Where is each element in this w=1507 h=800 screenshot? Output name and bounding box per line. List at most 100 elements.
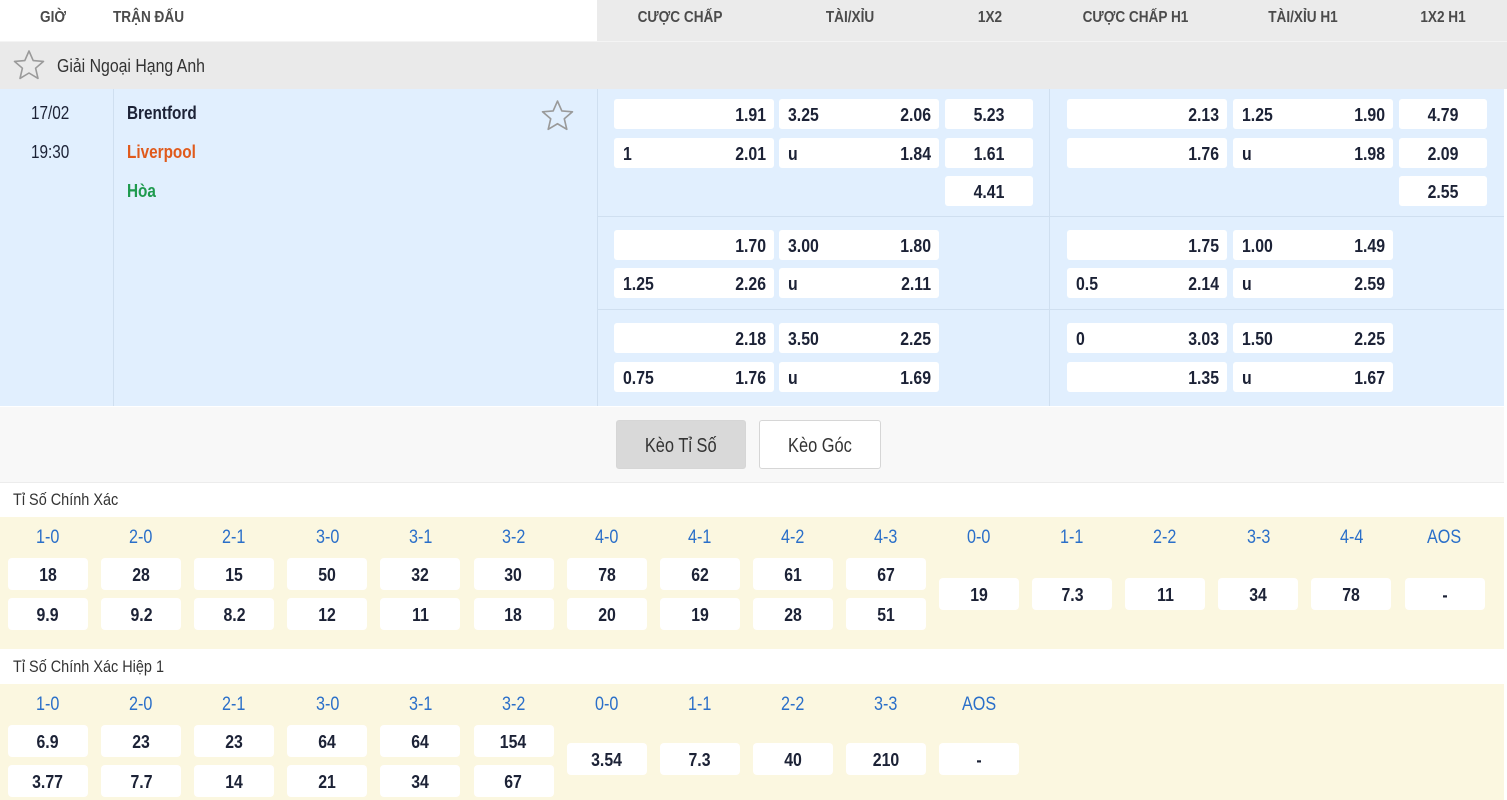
score-odds-away[interactable]: 51	[845, 598, 926, 630]
handicap-away-odds[interactable]: 1.25 2.26	[614, 268, 774, 298]
score-odds-away-text: 12	[318, 605, 337, 625]
score-odds-home[interactable]: 28	[101, 558, 182, 590]
score-odds[interactable]: 11	[1125, 578, 1206, 610]
score-odds-home[interactable]: 6.9	[8, 725, 88, 757]
score-odds[interactable]: -	[1404, 578, 1485, 610]
handicap-h1-away-odds[interactable]: 0.5 2.14	[1067, 268, 1227, 298]
over-odds[interactable]: 3.50 2.25	[779, 323, 939, 353]
over-h1-odds[interactable]: 1.25 1.90	[1233, 99, 1393, 129]
score-odds-away[interactable]: 9.2	[101, 598, 182, 630]
score-odds-away[interactable]: 67	[473, 765, 554, 797]
score-label: 3-3	[846, 694, 926, 716]
score-odds-home[interactable]: 64	[380, 725, 461, 757]
odds-value: 3.03	[1188, 329, 1219, 349]
score-odds[interactable]: 78	[1311, 578, 1392, 610]
score-odds-home[interactable]: 154	[473, 725, 554, 757]
handicap-away-odds[interactable]: 1 2.01	[614, 138, 774, 168]
over-odds[interactable]: 3.00 1.80	[779, 230, 939, 260]
handicap-h1-away-odds[interactable]: 1.76	[1067, 138, 1227, 168]
1x2-home-odds[interactable]: 5.23	[945, 99, 1033, 129]
score-odds-home[interactable]: 50	[287, 558, 368, 590]
score-odds-home-text: 6.9	[36, 732, 60, 752]
over-h1-odds[interactable]: 1.00 1.49	[1233, 230, 1393, 260]
score-odds[interactable]: 210	[845, 743, 926, 775]
score-odds-home[interactable]: 61	[752, 558, 833, 590]
score-odds-away[interactable]: 8.2	[194, 598, 275, 630]
score-odds-away[interactable]: 34	[380, 765, 461, 797]
under-h1-odds[interactable]: u 1.98	[1233, 138, 1393, 168]
under-h1-odds[interactable]: u 1.67	[1233, 362, 1393, 392]
score-odds-away[interactable]: 20	[566, 598, 647, 630]
score-odds[interactable]: 40	[752, 743, 833, 775]
handicap-h1-home-odds[interactable]: 2.13	[1067, 99, 1227, 129]
under-odds[interactable]: u 2.11	[779, 268, 939, 298]
star-outline-icon[interactable]	[13, 49, 45, 81]
handicap-home-odds[interactable]: 2.18	[614, 323, 774, 353]
score-odds-away[interactable]: 19	[659, 598, 740, 630]
score-odds-away[interactable]: 7.7	[101, 765, 182, 797]
score-odds[interactable]: 3.54	[566, 743, 647, 775]
divider	[113, 89, 114, 406]
handicap-h1-away-odds[interactable]: 1.35	[1067, 362, 1227, 392]
score-odds[interactable]: 7.3	[659, 743, 740, 775]
score-odds-home[interactable]: 15	[194, 558, 275, 590]
score-odds-home[interactable]: 18	[8, 558, 88, 590]
under-odds[interactable]: u 1.84	[779, 138, 939, 168]
handicap-line: 1	[623, 144, 632, 164]
score-odds[interactable]: 7.3	[1032, 578, 1113, 610]
score-odds-home[interactable]: 30	[473, 558, 554, 590]
handicap-home-odds[interactable]: 1.91	[614, 99, 774, 129]
1x2-draw-odds[interactable]: 4.41	[945, 176, 1033, 206]
score-odds-away-text: 9.2	[130, 605, 153, 625]
1x2-h1-draw-odds[interactable]: 2.55	[1399, 176, 1487, 206]
score-odds-home-text: 61	[783, 565, 802, 585]
handicap-away-odds[interactable]: 0.75 1.76	[614, 362, 774, 392]
over-odds[interactable]: 3.25 2.06	[779, 99, 939, 129]
score-odds-away[interactable]: 12	[287, 598, 368, 630]
1x2-h1-home-odds[interactable]: 4.79	[1399, 99, 1487, 129]
score-label-text: 3-2	[501, 527, 526, 548]
score-odds-away[interactable]: 18	[473, 598, 554, 630]
1x2-h1-away-odds[interactable]: 2.09	[1399, 138, 1487, 168]
odds-value: 1.98	[1354, 144, 1385, 164]
odds-value: 1.90	[1354, 105, 1385, 125]
score-odds-away[interactable]: 9.9	[8, 598, 88, 630]
score-odds-home[interactable]: 23	[194, 725, 275, 757]
ou-line: 3.25	[788, 105, 819, 125]
handicap-home-odds[interactable]: 1.70	[614, 230, 774, 260]
score-odds-away[interactable]: 14	[194, 765, 275, 797]
star-outline-icon[interactable]	[541, 99, 574, 132]
score-odds-home-text: 50	[318, 565, 337, 585]
score-odds-away-text: 34	[411, 772, 430, 792]
score-odds[interactable]: 19	[939, 578, 1019, 610]
under-odds[interactable]: u 1.69	[779, 362, 939, 392]
team-away[interactable]: Liverpool	[127, 142, 196, 163]
score-odds-away[interactable]: 21	[287, 765, 368, 797]
score-odds-away[interactable]: 28	[752, 598, 833, 630]
score-odds[interactable]: -	[939, 743, 1019, 775]
tab-corners[interactable]: Kèo Góc	[759, 420, 881, 469]
under-h1-odds[interactable]: u 2.59	[1233, 268, 1393, 298]
handicap-h1-home-odds[interactable]: 0 3.03	[1067, 323, 1227, 353]
score-odds-away[interactable]: 3.77	[8, 765, 88, 797]
score-odds-home[interactable]: 67	[845, 558, 926, 590]
tab-correct-score[interactable]: Kèo Tỉ Số	[616, 420, 746, 469]
score-label: 4-4	[1311, 527, 1391, 549]
score-odds-home[interactable]: 64	[287, 725, 368, 757]
score-label-text: 4-1	[688, 527, 712, 548]
over-h1-odds[interactable]: 1.50 2.25	[1233, 323, 1393, 353]
score-odds-home[interactable]: 32	[380, 558, 461, 590]
score-odds-home[interactable]: 78	[566, 558, 647, 590]
score-label-text: 1-1	[1060, 527, 1084, 548]
score-label: 4-3	[846, 527, 926, 549]
score-odds-home[interactable]: 62	[659, 558, 740, 590]
score-odds-away[interactable]: 11	[380, 598, 461, 630]
score-label: 0-0	[567, 694, 647, 716]
team-home[interactable]: Brentford	[127, 103, 197, 124]
score-odds-text: 210	[872, 750, 900, 770]
handicap-h1-home-odds[interactable]: 1.75	[1067, 230, 1227, 260]
handicap-line: 0.75	[623, 368, 654, 388]
score-odds[interactable]: 34	[1218, 578, 1299, 610]
1x2-away-odds[interactable]: 1.61	[945, 138, 1033, 168]
score-odds-home[interactable]: 23	[101, 725, 182, 757]
